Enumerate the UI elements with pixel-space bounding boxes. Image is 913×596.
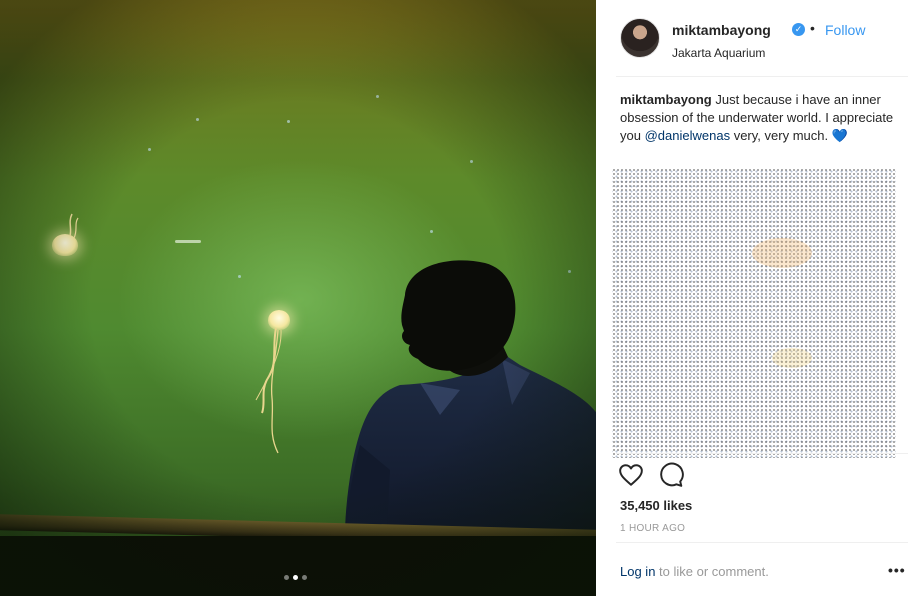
divider xyxy=(616,76,908,77)
username-link[interactable]: miktambayong xyxy=(672,22,771,38)
carousel-dot xyxy=(284,575,289,580)
post-details-panel: miktambayong ✓ • Follow Jakarta Aquarium… xyxy=(596,0,913,596)
post-timestamp[interactable]: 1 HOUR AGO xyxy=(620,523,685,534)
location-link[interactable]: Jakarta Aquarium xyxy=(672,46,765,60)
post-header: miktambayong ✓ • Follow Jakarta Aquarium xyxy=(620,18,910,62)
separator-bullet: • xyxy=(810,20,815,36)
carousel-dot-active xyxy=(293,575,298,580)
comment-bubble-icon[interactable] xyxy=(658,462,684,488)
login-prompt-text: to like or comment. xyxy=(659,564,769,579)
divider xyxy=(616,542,908,543)
carousel-dot xyxy=(302,575,307,580)
verified-badge-icon: ✓ xyxy=(792,23,805,36)
heart-outline-icon[interactable] xyxy=(618,462,644,488)
post-caption: miktambayong Just because i have an inne… xyxy=(620,91,900,145)
post-photo[interactable] xyxy=(0,0,596,596)
avatar[interactable] xyxy=(620,18,660,58)
login-link[interactable]: Log in xyxy=(620,564,655,579)
photo-vignette xyxy=(0,0,596,596)
obscured-comments xyxy=(612,168,896,458)
caption-text-end: very, very much. xyxy=(733,128,829,143)
more-options-icon[interactable]: ••• xyxy=(888,562,906,578)
caption-mention[interactable]: @danielwenas xyxy=(645,128,730,143)
divider xyxy=(616,453,908,454)
follow-button[interactable]: Follow xyxy=(825,22,865,38)
post-actions xyxy=(618,462,684,490)
blue-heart-icon: 💙 xyxy=(831,128,848,143)
carousel-indicator xyxy=(284,575,307,580)
likes-count[interactable]: 35,450 likes xyxy=(620,498,692,513)
caption-username[interactable]: miktambayong xyxy=(620,92,712,107)
comment-footer: Log in to like or comment. xyxy=(620,564,769,579)
